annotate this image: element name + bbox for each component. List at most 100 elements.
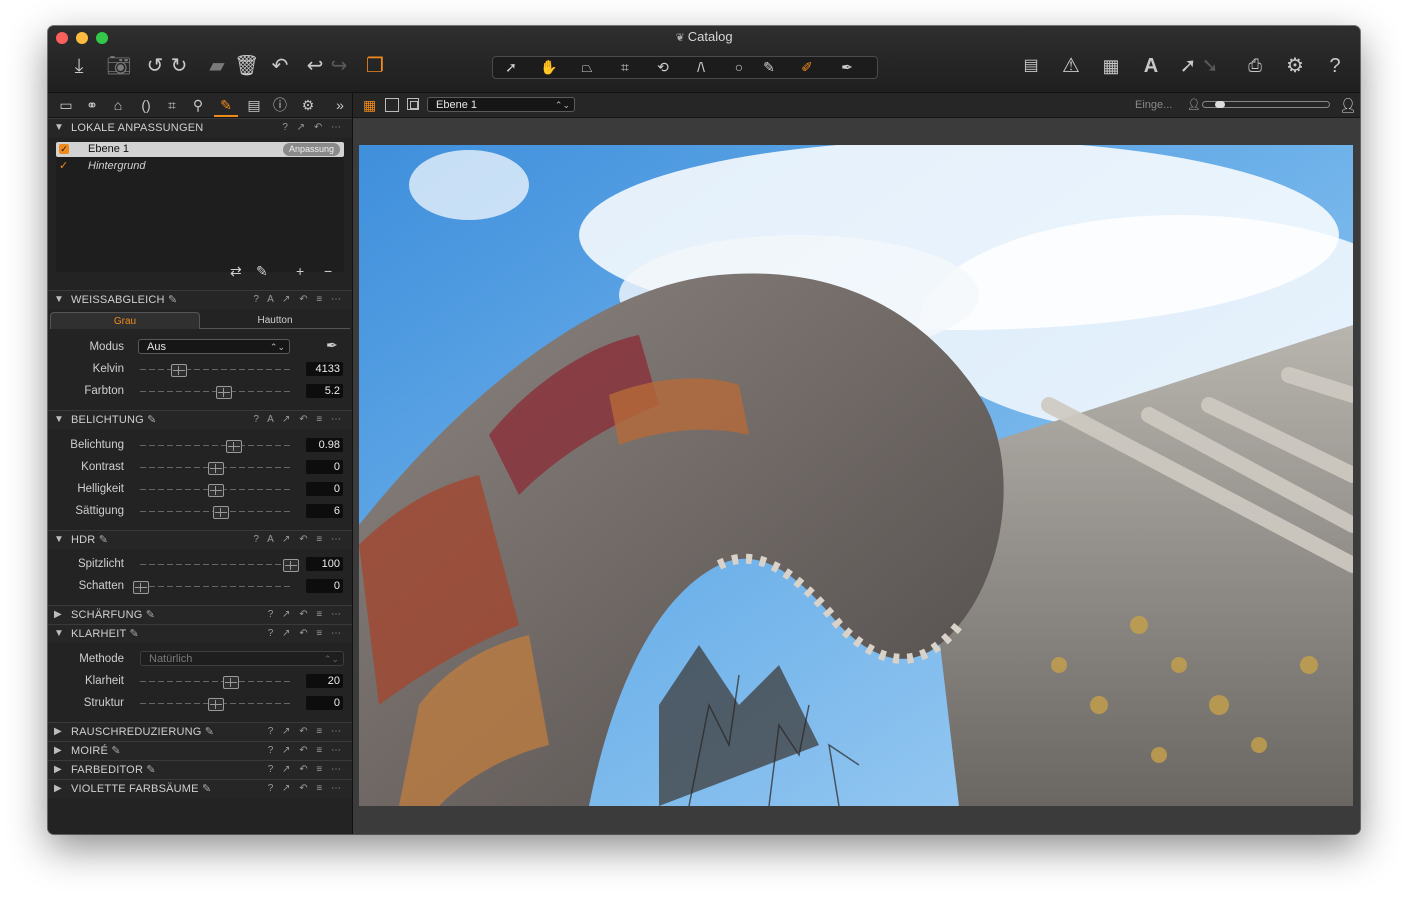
- check-icon[interactable]: ✓: [59, 159, 68, 174]
- hdr-row-slider-knob[interactable]: [133, 581, 149, 594]
- clarity-row-value[interactable]: 0: [306, 696, 343, 710]
- eyedropper-icon[interactable]: ✒: [326, 337, 338, 354]
- single-view-icon[interactable]: [385, 98, 399, 112]
- keystone-icon[interactable]: ⏢: [575, 57, 599, 78]
- exposure-row-value[interactable]: 0: [306, 460, 343, 474]
- grid-icon[interactable]: ▦: [1098, 54, 1124, 78]
- rotate-right-icon[interactable]: ↻: [168, 54, 190, 78]
- settings-icon[interactable]: ⚙: [296, 93, 320, 117]
- section-actions-icon[interactable]: ? ↗ ↶ ≡ ⋯: [268, 606, 344, 624]
- clarity-row-slider-knob[interactable]: [208, 698, 224, 711]
- info-icon[interactable]: ⓘ: [268, 93, 292, 117]
- print-icon[interactable]: ⎙: [1242, 54, 1268, 78]
- library-icon[interactable]: ▭: [54, 93, 78, 117]
- remove-layer-icon[interactable]: −: [324, 263, 332, 279]
- help-icon[interactable]: ?: [1322, 54, 1348, 78]
- section-sharpening-header[interactable]: ▶ SCHÄRFUNG ✎ ? ↗ ↶ ≡ ⋯: [48, 605, 352, 624]
- crop-icon[interactable]: ⌗: [613, 57, 637, 78]
- exposure-row-slider-knob[interactable]: [226, 440, 242, 453]
- layout-icon[interactable]: ▤: [1018, 54, 1044, 78]
- layer-options-icon[interactable]: ⇄: [230, 263, 242, 280]
- metadata-icon[interactable]: ▤: [242, 93, 266, 117]
- brush-menu-icon[interactable]: ✎: [256, 263, 268, 280]
- section-actions-icon[interactable]: ? ↗ ↶ ≡ ⋯: [268, 761, 344, 779]
- kelvin-slider[interactable]: [140, 369, 290, 370]
- more-icon[interactable]: »: [328, 93, 352, 117]
- section-actions-icon[interactable]: ? A ↗ ↶ ≡ ⋯: [253, 531, 344, 549]
- section-actions-icon[interactable]: ? A ↗ ↶ ≡ ⋯: [253, 411, 344, 429]
- crop-tab-icon[interactable]: ⌗: [160, 93, 184, 117]
- rotate-left-icon[interactable]: ↺: [144, 54, 166, 78]
- exposure-row-slider-knob[interactable]: [208, 462, 224, 475]
- circle-icon[interactable]: ○: [727, 57, 751, 78]
- methode-select[interactable]: Natürlich ⌃⌄: [140, 651, 344, 666]
- hdr-row-value[interactable]: 100: [306, 557, 343, 571]
- zoom-slider[interactable]: [1202, 101, 1330, 108]
- wb-tab-hautton[interactable]: Hautton: [200, 312, 350, 329]
- zoom-slider-knob[interactable]: [1214, 101, 1225, 108]
- select-icon[interactable]: ➚: [499, 57, 523, 78]
- grid-view-icon[interactable]: ▦: [363, 98, 377, 112]
- export-to-icon[interactable]: ➘: [1200, 54, 1220, 78]
- section-collapsed-header[interactable]: ▶ FARBEDITOR ✎? ↗ ↶ ≡ ⋯: [48, 760, 352, 779]
- modus-select[interactable]: Aus ⌃⌄: [138, 339, 290, 354]
- section-actions-icon[interactable]: ? ↗ ↶ ≡ ⋯: [268, 625, 344, 643]
- pick-icon[interactable]: ✒: [835, 57, 859, 78]
- farbton-slider-knob[interactable]: [215, 386, 232, 399]
- color-icon[interactable]: ⚭: [80, 93, 104, 117]
- detail-icon[interactable]: ⚲: [186, 93, 210, 117]
- hdr-row-slider-knob[interactable]: [283, 559, 299, 572]
- kelvin-slider-knob[interactable]: [170, 364, 187, 377]
- section-local-adjustments-header[interactable]: ▼ LOKALE ANPASSUNGEN ? ↗ ↶ ⋯: [48, 118, 352, 137]
- lens-icon[interactable]: (): [134, 93, 158, 117]
- adjust-icon[interactable]: ✎: [214, 93, 238, 117]
- layer-row-background[interactable]: ✓ Hintergrund: [56, 159, 344, 174]
- section-clarity-header[interactable]: ▼ KLARHEIT ✎ ? ↗ ↶ ≡ ⋯: [48, 624, 352, 643]
- compare-view-icon[interactable]: [407, 98, 419, 110]
- exposure-row-slider[interactable]: [140, 445, 290, 446]
- hdr-row-slider[interactable]: [140, 564, 290, 565]
- section-hdr-header[interactable]: ▼ HDR ✎ ? A ↗ ↶ ≡ ⋯: [48, 530, 352, 549]
- section-collapsed-header[interactable]: ▶ VIOLETTE FARBSÄUME ✎? ↗ ↶ ≡ ⋯: [48, 779, 352, 798]
- import-icon[interactable]: ⤓: [66, 54, 92, 78]
- clarity-row-slider[interactable]: [140, 681, 290, 682]
- gear-icon[interactable]: ⚙: [1282, 54, 1308, 78]
- hdr-row-slider[interactable]: [140, 586, 290, 587]
- farbton-value[interactable]: 5.2: [306, 384, 343, 398]
- kelvin-value[interactable]: 4133: [306, 362, 343, 376]
- layer-select[interactable]: Ebene 1 ⌃⌄: [427, 97, 575, 112]
- exposure-icon[interactable]: ⌂: [106, 93, 130, 117]
- section-actions-icon[interactable]: ? ↗ ↶ ≡ ⋯: [268, 780, 344, 798]
- exposure-row-value[interactable]: 0: [306, 482, 343, 496]
- photo-preview[interactable]: [359, 145, 1353, 806]
- folder-icon[interactable]: ▰: [204, 54, 230, 78]
- brush-icon[interactable]: ✎: [757, 57, 781, 78]
- text-icon[interactable]: A: [1138, 54, 1164, 78]
- pan-icon[interactable]: ✋: [537, 57, 561, 78]
- exposure-row-value[interactable]: 0.98: [306, 438, 343, 452]
- clarity-row-value[interactable]: 20: [306, 674, 343, 688]
- warning-icon[interactable]: ⚠: [1058, 54, 1084, 78]
- redo-icon[interactable]: ↪: [328, 54, 350, 78]
- section-actions-icon[interactable]: ? ↗ ↶ ≡ ⋯: [268, 723, 344, 741]
- add-layer-icon[interactable]: +: [296, 263, 304, 279]
- section-white-balance-header[interactable]: ▼ WEISSABGLEICH ✎ ? A ↗ ↶ ≡ ⋯: [48, 290, 352, 309]
- hdr-row-value[interactable]: 0: [306, 579, 343, 593]
- variants-icon[interactable]: ❐: [362, 54, 388, 78]
- erase-icon[interactable]: ✐: [795, 57, 819, 78]
- section-actions-icon[interactable]: ? ↗ ↶ ⋯: [282, 119, 344, 137]
- exposure-row-slider-knob[interactable]: [212, 506, 229, 519]
- section-collapsed-header[interactable]: ▶ MOIRÉ ✎? ↗ ↶ ≡ ⋯: [48, 741, 352, 760]
- rotate-icon[interactable]: ⟲: [651, 57, 675, 78]
- layer-row-ebene1[interactable]: ✓ Ebene 1 Anpassung: [56, 142, 344, 157]
- camera-icon[interactable]: 📷︎: [106, 54, 132, 78]
- exposure-row-value[interactable]: 6: [306, 504, 343, 518]
- export-icon[interactable]: ➚: [1178, 54, 1198, 78]
- undo-icon[interactable]: ↩: [304, 54, 326, 78]
- trash-icon[interactable]: 🗑︎: [234, 54, 259, 78]
- clarity-row-slider-knob[interactable]: [223, 676, 239, 689]
- reset-icon[interactable]: ↶: [268, 54, 292, 78]
- exposure-row-slider-knob[interactable]: [208, 484, 224, 497]
- section-exposure-header[interactable]: ▼ BELICHTUNG ✎ ? A ↗ ↶ ≡ ⋯: [48, 410, 352, 429]
- checkbox-icon[interactable]: ✓: [59, 144, 69, 154]
